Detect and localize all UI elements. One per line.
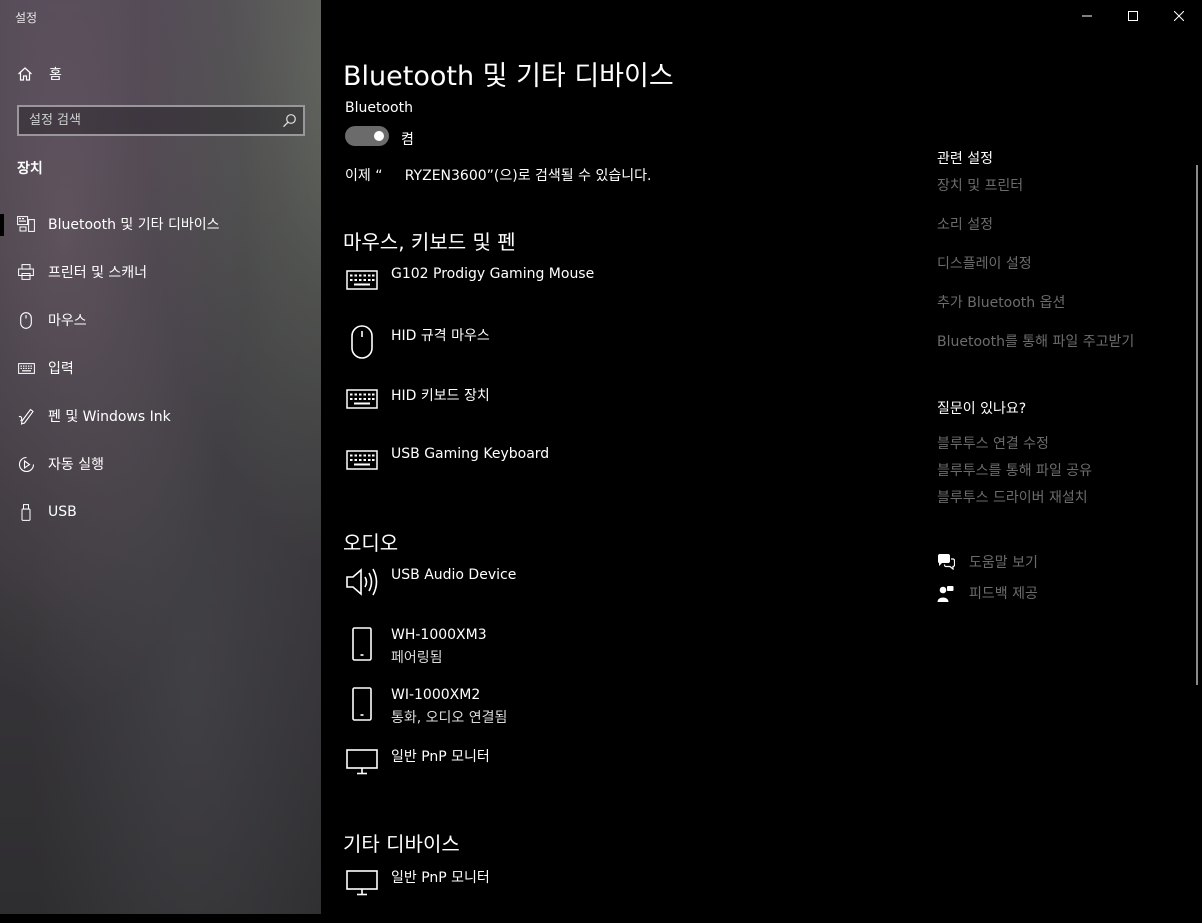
device-status: 통화, 오디오 연결됨 [391,710,508,726]
home-label: 홈 [49,67,62,83]
mouse-icon [343,325,381,365]
related-settings-heading: 관련 설정 [937,151,993,167]
search-box[interactable] [17,105,305,136]
pen-icon [17,407,35,425]
device-item[interactable]: USB Audio Device [343,567,883,623]
link-sound-settings[interactable]: 소리 설정 [937,214,993,234]
device-name: 일반 PnP 모니터 [391,870,490,886]
nav-list: Bluetooth 및 기타 디바이스 프린터 및 스캐너 마우스 입력 펜 및… [0,200,321,536]
discoverable-text: 이제 “ RYZEN3600”(으)로 검색될 수 있습니다. [345,168,652,184]
autoplay-icon [17,455,35,473]
mouse-icon [17,311,35,329]
maximize-icon [1128,11,1138,21]
sidebar-item-label: 마우스 [48,313,87,329]
link-reinstall-driver[interactable]: 블루투스 드라이버 재설치 [937,487,1088,507]
keyboard-icon [343,266,381,306]
device-name: HID 키보드 장치 [391,388,490,404]
minimize-button[interactable] [1064,0,1110,32]
device-item[interactable]: HID 키보드 장치 [343,385,883,441]
help-chat-icon [937,554,955,570]
navigation-pane: 설정 홈 장치 Bluetooth 및 기타 디바이스 [0,0,321,914]
get-help-label: 도움말 보기 [969,555,1038,571]
sidebar-item-label: 입력 [48,361,74,377]
sidebar-item-bluetooth[interactable]: Bluetooth 및 기타 디바이스 [0,200,321,248]
close-icon [1174,11,1184,21]
device-status: 페어링됨 [391,650,443,666]
sidebar-item-typing[interactable]: 입력 [0,344,321,392]
group-title-audio: 오디오 [343,531,399,555]
device-item[interactable]: WH-1000XM3 페어링됨 [343,627,883,683]
toggle-state-label: 켬 [401,132,414,148]
device-name: USB Audio Device [391,567,517,583]
sidebar-item-mouse[interactable]: 마우스 [0,296,321,344]
monitor-icon [343,746,381,786]
window-title: 설정 [15,11,38,25]
device-item[interactable]: WI-1000XM2 통화, 오디오 연결됨 [343,687,883,743]
sidebar-item-label: 자동 실행 [48,457,104,473]
sidebar-item-label: Bluetooth 및 기타 디바이스 [48,217,220,233]
device-name: HID 규격 마우스 [391,328,490,344]
printer-icon [17,263,35,281]
link-more-bluetooth-options[interactable]: 추가 Bluetooth 옵션 [937,292,1065,312]
bluetooth-label: Bluetooth [345,100,413,116]
sidebar-item-label: USB [48,504,77,520]
device-name: WI-1000XM2 [391,687,481,703]
device-item[interactable]: HID 규격 마우스 [343,325,883,381]
sidebar-item-pen[interactable]: 펜 및 Windows Ink [0,392,321,440]
link-devices-printers[interactable]: 장치 및 프린터 [937,175,1023,195]
device-item[interactable]: USB Gaming Keyboard [343,446,883,502]
sidebar-item-autoplay[interactable]: 자동 실행 [0,440,321,488]
device-item[interactable]: G102 Prodigy Gaming Mouse [343,266,883,322]
questions-heading: 질문이 있나요? [937,401,1027,417]
search-icon[interactable] [282,113,297,128]
link-share-files[interactable]: 블루투스를 통해 파일 공유 [937,460,1092,480]
speaker-icon [343,567,381,607]
scrollbar[interactable] [1196,165,1198,685]
phone-icon [343,627,381,667]
device-item[interactable]: 일반 PnP 모니터 [343,867,883,923]
home-icon [18,67,32,81]
sidebar-item-label: 프린터 및 스캐너 [48,265,148,281]
sidebar-item-label: 펜 및 Windows Ink [48,409,171,425]
link-fix-bluetooth[interactable]: 블루투스 연결 수정 [937,433,1049,453]
link-bluetooth-file-transfer[interactable]: Bluetooth를 통해 파일 주고받기 [937,331,1134,351]
device-item[interactable]: 일반 PnP 모니터 [343,746,883,802]
search-input[interactable] [19,107,279,134]
phone-icon [343,687,381,727]
get-help-link[interactable]: 도움말 보기 [937,552,1038,572]
section-heading: 장치 [17,161,43,177]
device-name: G102 Prodigy Gaming Mouse [391,266,595,282]
group-title-other-devices: 기타 디바이스 [343,832,460,856]
minimize-icon [1082,15,1092,17]
keyboard-icon [17,359,35,377]
group-title-input-devices: 마우스, 키보드 및 펜 [343,230,516,254]
sidebar-item-usb[interactable]: USB [0,488,321,536]
device-name: WH-1000XM3 [391,627,487,643]
bluetooth-devices-icon [17,215,35,233]
monitor-icon [343,867,381,907]
window-controls [1064,0,1202,32]
give-feedback-link[interactable]: 피드백 제공 [937,583,1038,603]
maximize-button[interactable] [1110,0,1156,32]
give-feedback-label: 피드백 제공 [969,586,1038,602]
close-button[interactable] [1156,0,1202,32]
feedback-person-icon [937,585,955,602]
keyboard-icon [343,385,381,425]
link-display-settings[interactable]: 디스플레이 설정 [937,253,1032,273]
sidebar-item-printers[interactable]: 프린터 및 스캐너 [0,248,321,296]
device-name: USB Gaming Keyboard [391,446,550,462]
home-nav-item[interactable]: 홈 [17,62,62,86]
bluetooth-toggle[interactable] [345,126,389,146]
usb-icon [17,503,35,521]
keyboard-icon [343,446,381,486]
page-title: Bluetooth 및 기타 디바이스 [343,61,674,92]
device-name: 일반 PnP 모니터 [391,749,490,765]
toggle-knob [374,131,384,141]
